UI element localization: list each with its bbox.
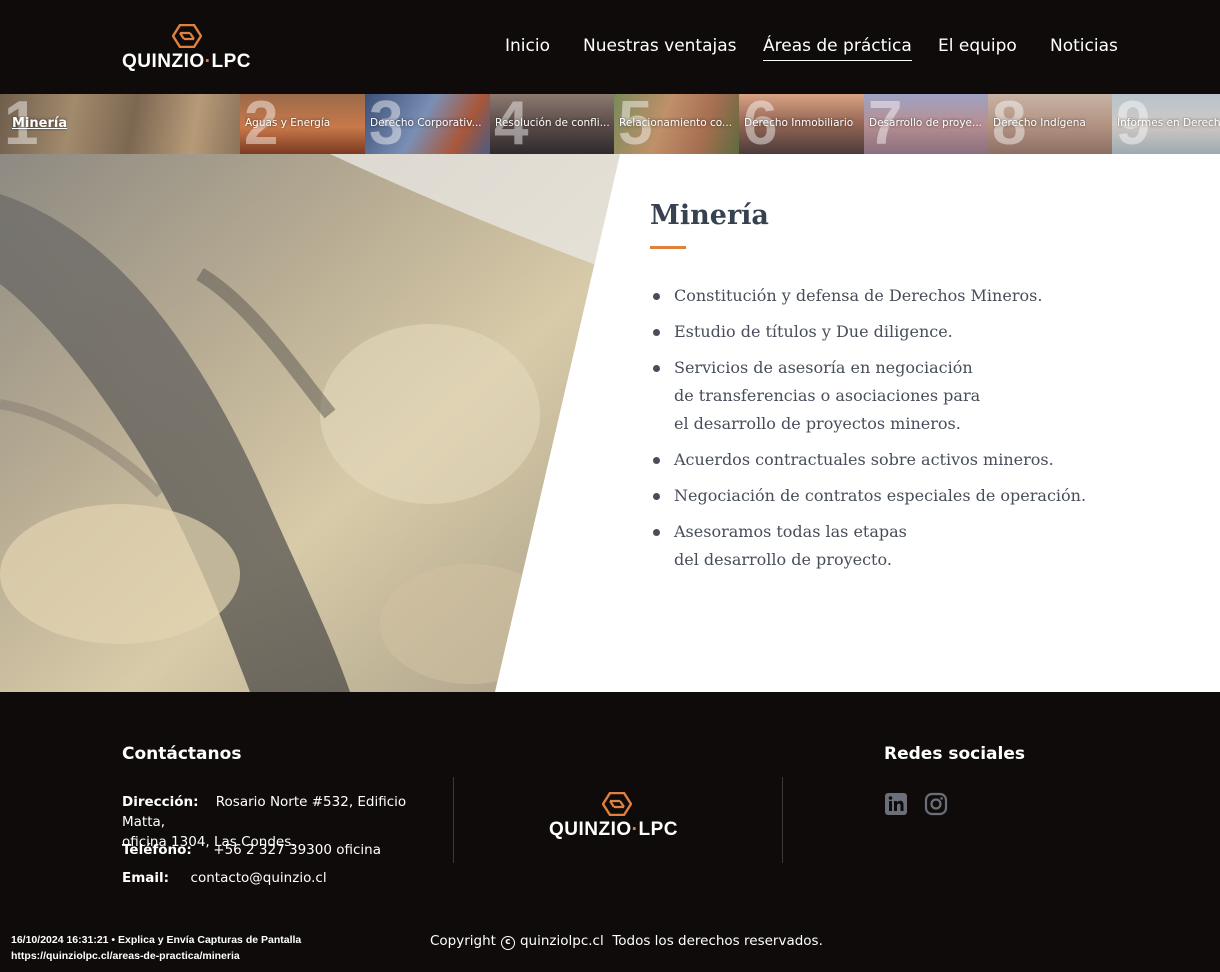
page-title: Minería [650,200,769,231]
phone-label: Teléfono: [122,842,192,858]
email-value[interactable]: contacto@quinzio.cl [191,870,327,886]
phone-value[interactable]: +56 2 327 39300 oficina [213,842,381,858]
list-item: Servicios de asesoría en negociación de t… [650,354,1190,438]
footer-logo[interactable]: QUINZIO·LPC [549,792,689,842]
tab-relacionamiento-comunitario[interactable]: 5 Relacionamiento co... [614,94,739,154]
nav-nuestras-ventajas[interactable]: Nuestras ventajas [583,36,737,60]
logo-wordmark: QUINZIO·LPC [122,51,251,72]
bullet-icon [653,493,660,500]
title-accent-rule [650,246,686,249]
bullet-icon [653,365,660,372]
footer-logo-wordmark: QUINZIO·LPC [549,819,678,840]
list-item: Estudio de títulos y Due diligence. [650,318,1190,346]
site-header: QUINZIO·LPC Inicio Nuestras ventajas Áre… [0,0,1220,94]
phone: Teléfono: +56 2 327 39300 oficina [122,840,381,860]
nav-noticias[interactable]: Noticias [1050,36,1118,60]
list-item: Negociación de contratos especiales de o… [650,482,1190,510]
copyright-site-link[interactable]: quinziolpc.cl [520,933,604,949]
hexagon-logo-icon [602,792,632,816]
instagram-icon[interactable] [924,792,948,816]
nav-inicio[interactable]: Inicio [505,36,550,60]
footer-divider-right [782,777,783,863]
site-logo[interactable]: QUINZIO·LPC [122,24,254,74]
list-item: Acuerdos contractuales sobre activos min… [650,446,1190,474]
services-list: Constitución y defensa de Derechos Miner… [650,282,1190,582]
tab-derecho-inmobiliario[interactable]: 6 Derecho Inmobiliario [739,94,864,154]
address-label: Dirección: [122,794,199,810]
nav-el-equipo[interactable]: El equipo [938,36,1017,60]
tab-derecho-corporativo[interactable]: 3 Derecho Corporativ... [365,94,490,154]
linkedin-icon[interactable] [884,792,908,816]
tab-mineria[interactable]: 1 Minería [0,94,240,154]
practice-area-tabs: 1 Minería 2 Aguas y Energía 3 Derecho Co… [0,94,1220,154]
contact-heading: Contáctanos [122,744,242,764]
email-label: Email: [122,870,170,886]
bullet-icon [653,329,660,336]
practice-area-detail: Minería Constitución y defensa de Derech… [0,154,1220,692]
mining-aerial-photo [0,154,620,692]
footer-divider-left [453,777,454,863]
hexagon-logo-icon [172,24,202,48]
copyright: Copyright c quinziolpc.cl Todos los derech… [430,933,823,950]
list-item: Asesoramos todas las etapas del desarroll… [650,518,1190,574]
email: Email: contacto@quinzio.cl [122,868,327,888]
nav-areas-de-practica[interactable]: Áreas de práctica [763,36,912,61]
capture-watermark: 16/10/2024 16:31:21 • Explica y Envía Ca… [11,934,302,962]
copyright-icon: c [500,936,515,950]
tab-resolucion-de-conflictos[interactable]: 4 Resolución de confli... [490,94,614,154]
tab-derecho-indigena[interactable]: 8 Derecho Indígena [988,94,1112,154]
bullet-icon [653,529,660,536]
tab-desarrollo-de-proyectos[interactable]: 7 Desarrollo de proye... [864,94,988,154]
site-footer: Contáctanos Dirección: Rosario Norte #53… [0,692,1220,972]
tab-informes-en-derecho[interactable]: 9 Informes en Derech [1112,94,1220,154]
bullet-icon [653,293,660,300]
tab-aguas-y-energia[interactable]: 2 Aguas y Energía [240,94,365,154]
bullet-icon [653,457,660,464]
list-item: Constitución y defensa de Derechos Miner… [650,282,1190,310]
social-heading: Redes sociales [884,744,1026,764]
